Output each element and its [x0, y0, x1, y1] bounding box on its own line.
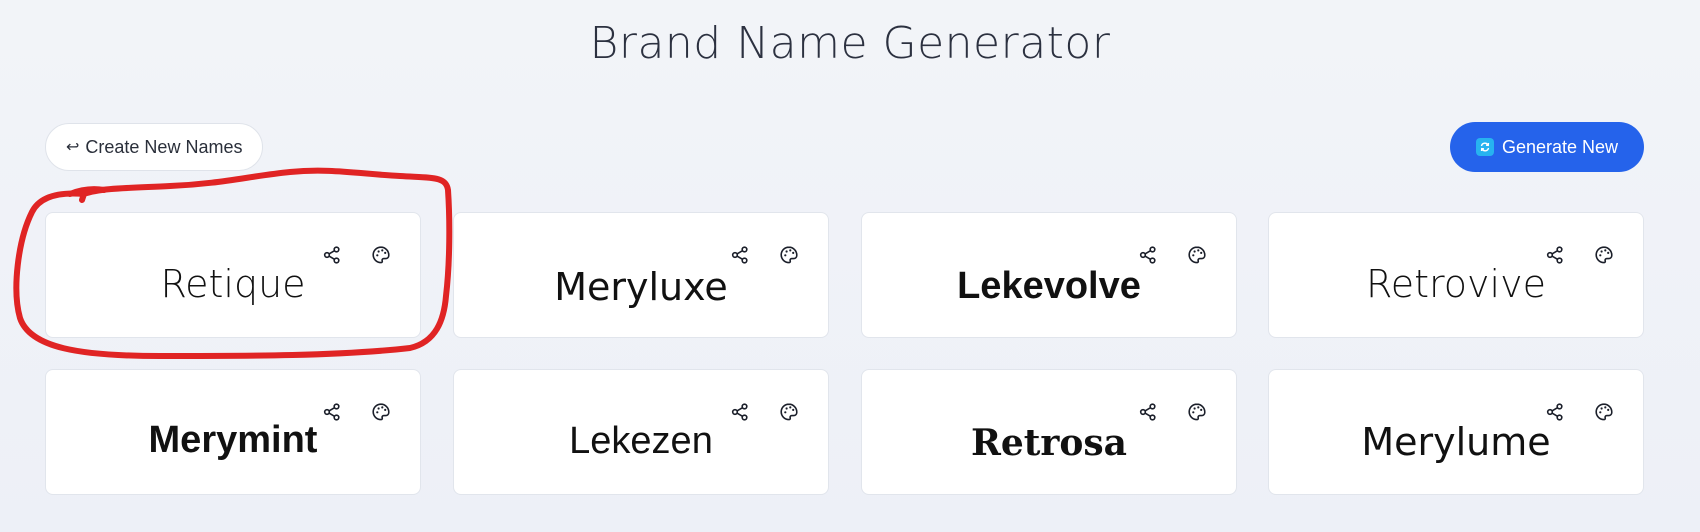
name-card-lekevolve[interactable]: Lekevolve — [861, 212, 1237, 338]
create-new-names-button[interactable]: ↩ Create New Names — [45, 123, 264, 171]
generate-new-button[interactable]: Generate New — [1450, 122, 1644, 172]
name-card-retique[interactable]: Retique — [45, 212, 421, 338]
name-card-meryluxe[interactable]: Meryluxe — [453, 212, 829, 338]
name-card-retrosa[interactable]: Retrosa — [861, 369, 1237, 495]
page-title: Brand Name Generator — [589, 18, 1111, 69]
refresh-icon — [1475, 138, 1494, 156]
brand-name: Retrosa — [970, 422, 1128, 464]
brand-name: Meryluxe — [554, 265, 728, 309]
brand-name: Retrovive — [1366, 262, 1546, 306]
create-new-names-label: Create New Names — [85, 136, 243, 157]
brand-name: Merymint — [148, 419, 318, 461]
brand-name: Lekevolve — [957, 265, 1141, 307]
generate-new-label: Generate New — [1501, 136, 1619, 157]
name-card-merylume[interactable]: Merylume — [1268, 369, 1644, 495]
brand-name: Lekezen — [569, 420, 713, 462]
name-card-retrovive[interactable]: Retrovive — [1268, 212, 1644, 338]
name-card-lekezen[interactable]: Lekezen — [453, 369, 829, 495]
return-arrow-icon: ↩ — [66, 139, 80, 156]
brand-name: Merylume — [1361, 420, 1551, 464]
brand-name: Retique — [160, 262, 306, 306]
name-card-merymint[interactable]: Merymint — [45, 369, 421, 495]
